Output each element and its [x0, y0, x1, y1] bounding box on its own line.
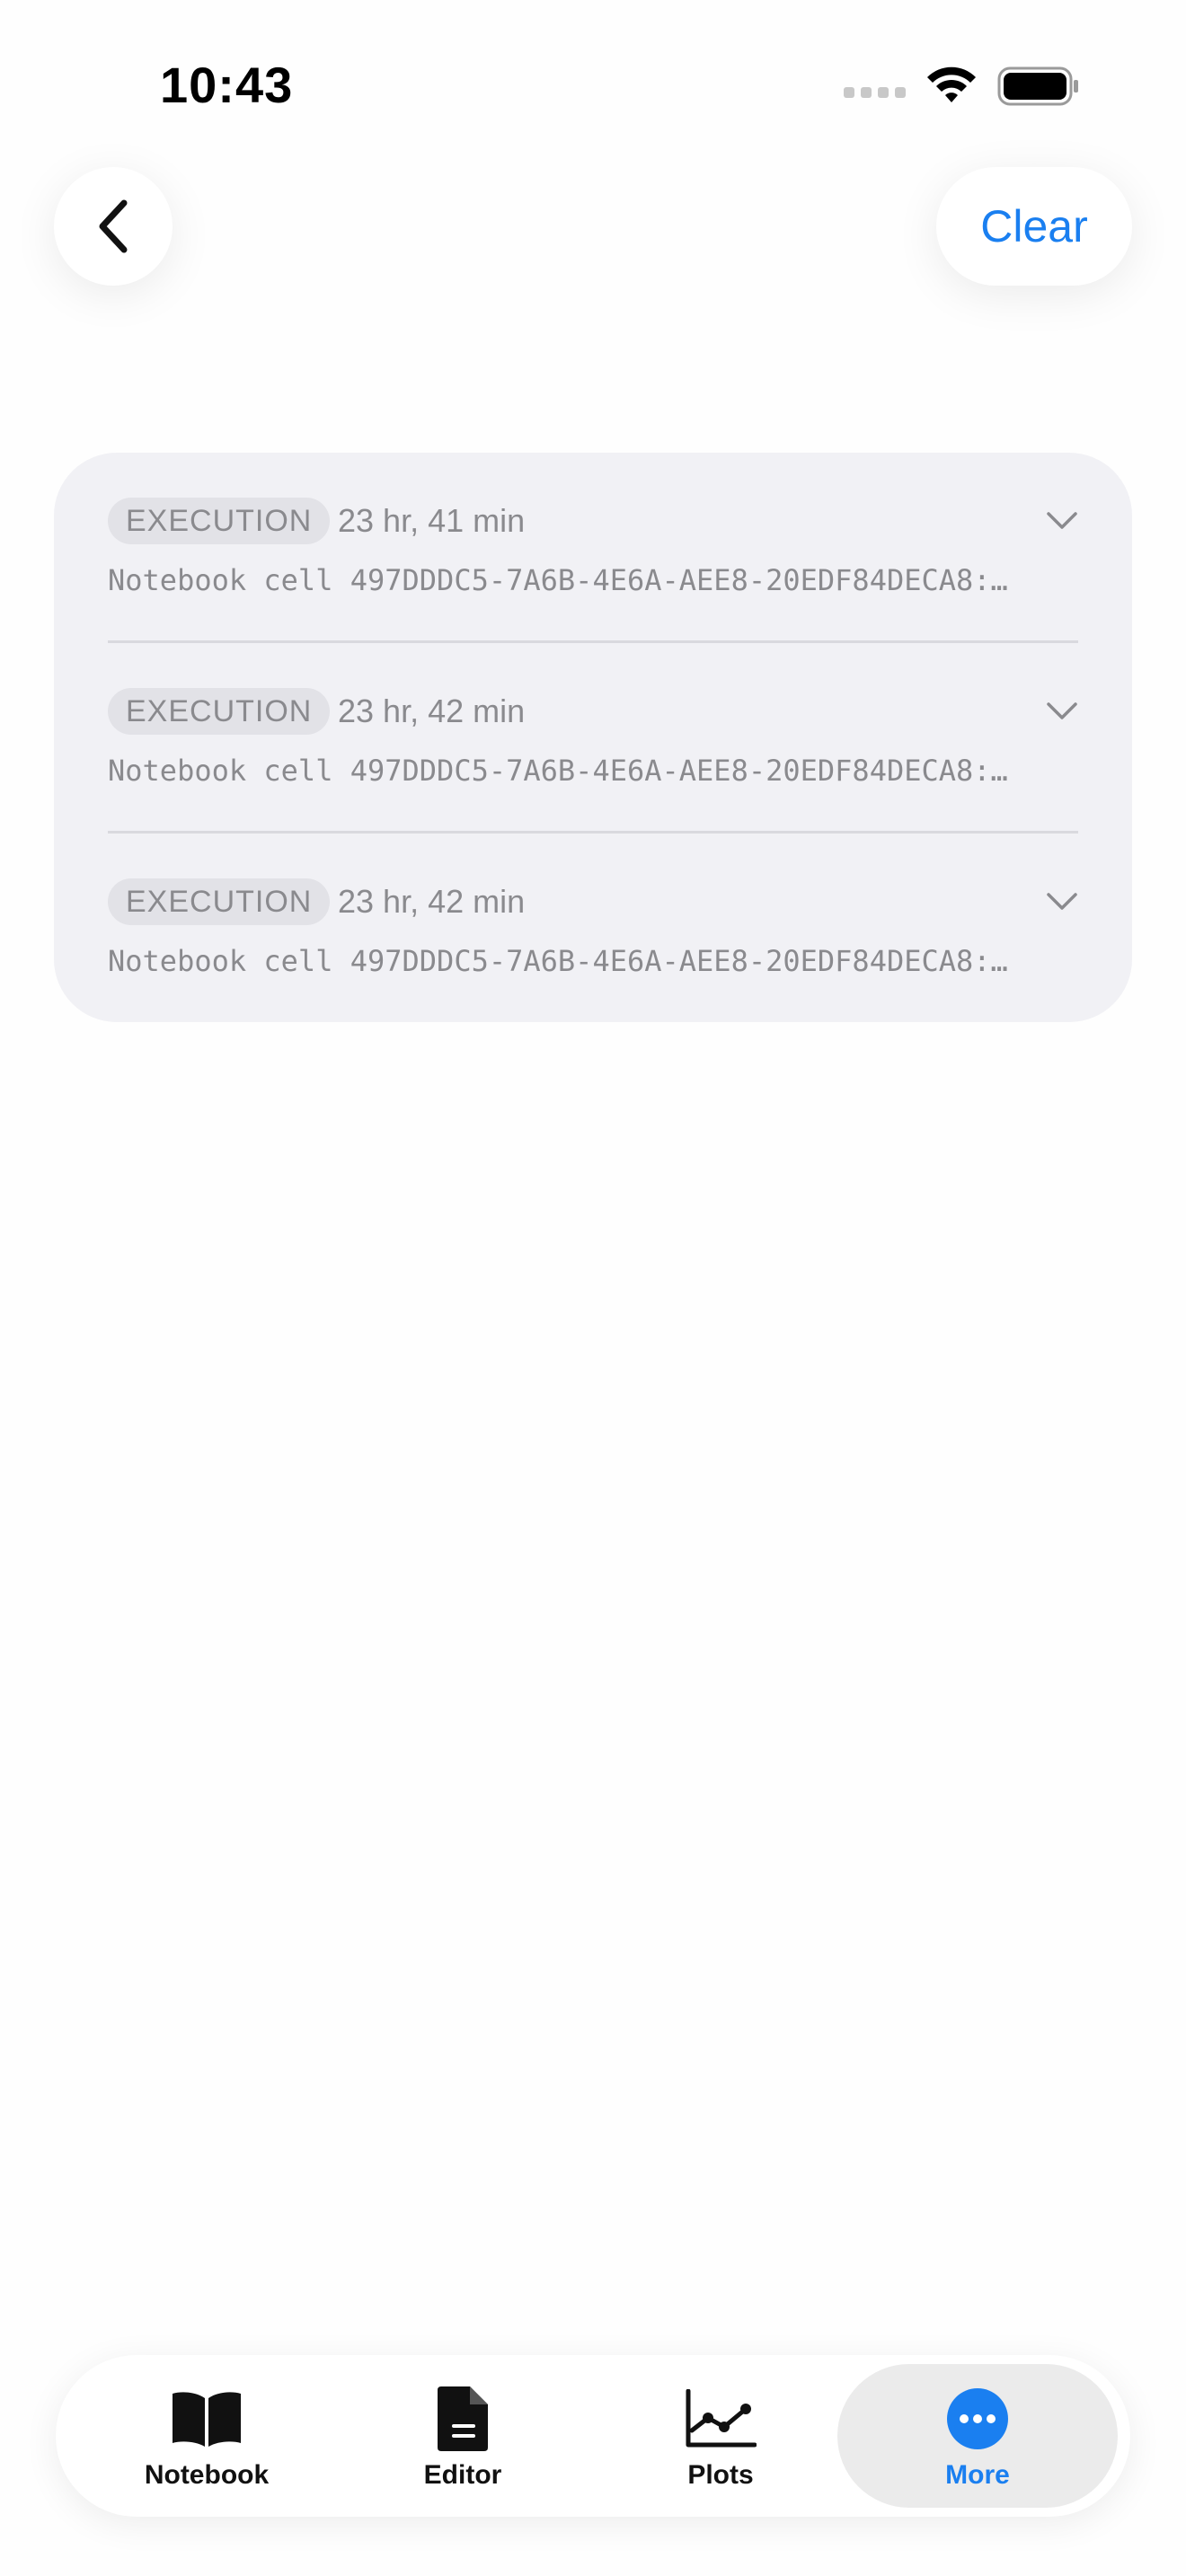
- line-chart-icon: [685, 2384, 757, 2454]
- log-list: EXECUTION 23 hr, 41 min Notebook cell 49…: [54, 453, 1132, 1022]
- cellular-signal-icon: [844, 87, 906, 98]
- entry-type-badge: EXECUTION: [108, 498, 331, 544]
- ellipsis-circle-icon: [946, 2384, 1009, 2454]
- tab-label: Plots: [687, 2460, 754, 2490]
- entry-message: Notebook cell 497DDDC5-7A6B-4E6A-AEE8-20…: [108, 754, 1008, 788]
- chevron-down-icon[interactable]: [1046, 886, 1078, 918]
- status-time: 10:43: [160, 57, 294, 113]
- tab-more[interactable]: More: [837, 2364, 1118, 2508]
- tab-notebook[interactable]: Notebook: [72, 2364, 341, 2508]
- entry-type-badge: EXECUTION: [108, 878, 331, 925]
- log-entry[interactable]: EXECUTION 23 hr, 42 min Notebook cell 49…: [108, 834, 1078, 1024]
- chevron-down-icon[interactable]: [1046, 695, 1078, 728]
- book-icon: [169, 2384, 244, 2454]
- entry-time: 23 hr, 42 min: [338, 883, 526, 920]
- chevron-left-icon: [99, 199, 128, 253]
- entry-time: 23 hr, 41 min: [338, 502, 526, 539]
- entry-type-badge: EXECUTION: [108, 688, 331, 735]
- clear-button[interactable]: Clear: [936, 167, 1132, 286]
- entry-message: Notebook cell 497DDDC5-7A6B-4E6A-AEE8-20…: [108, 944, 1008, 978]
- document-icon: [436, 2384, 490, 2454]
- log-entry[interactable]: EXECUTION 23 hr, 41 min Notebook cell 49…: [108, 453, 1078, 643]
- status-icons: [844, 63, 1080, 110]
- chevron-down-icon[interactable]: [1046, 505, 1078, 537]
- log-entry[interactable]: EXECUTION 23 hr, 42 min Notebook cell 49…: [108, 643, 1078, 834]
- entry-message: Notebook cell 497DDDC5-7A6B-4E6A-AEE8-20…: [108, 563, 1008, 597]
- tab-bar: Notebook Editor Plots More: [56, 2355, 1130, 2517]
- entry-time: 23 hr, 42 min: [338, 693, 526, 729]
- battery-icon: [997, 66, 1078, 106]
- tab-plots[interactable]: Plots: [586, 2364, 855, 2508]
- tab-label: Editor: [423, 2460, 502, 2490]
- tab-label: More: [945, 2460, 1010, 2490]
- wifi-icon: [927, 66, 976, 102]
- tab-label: Notebook: [144, 2460, 270, 2490]
- tab-editor[interactable]: Editor: [328, 2364, 597, 2508]
- back-button[interactable]: [54, 167, 173, 286]
